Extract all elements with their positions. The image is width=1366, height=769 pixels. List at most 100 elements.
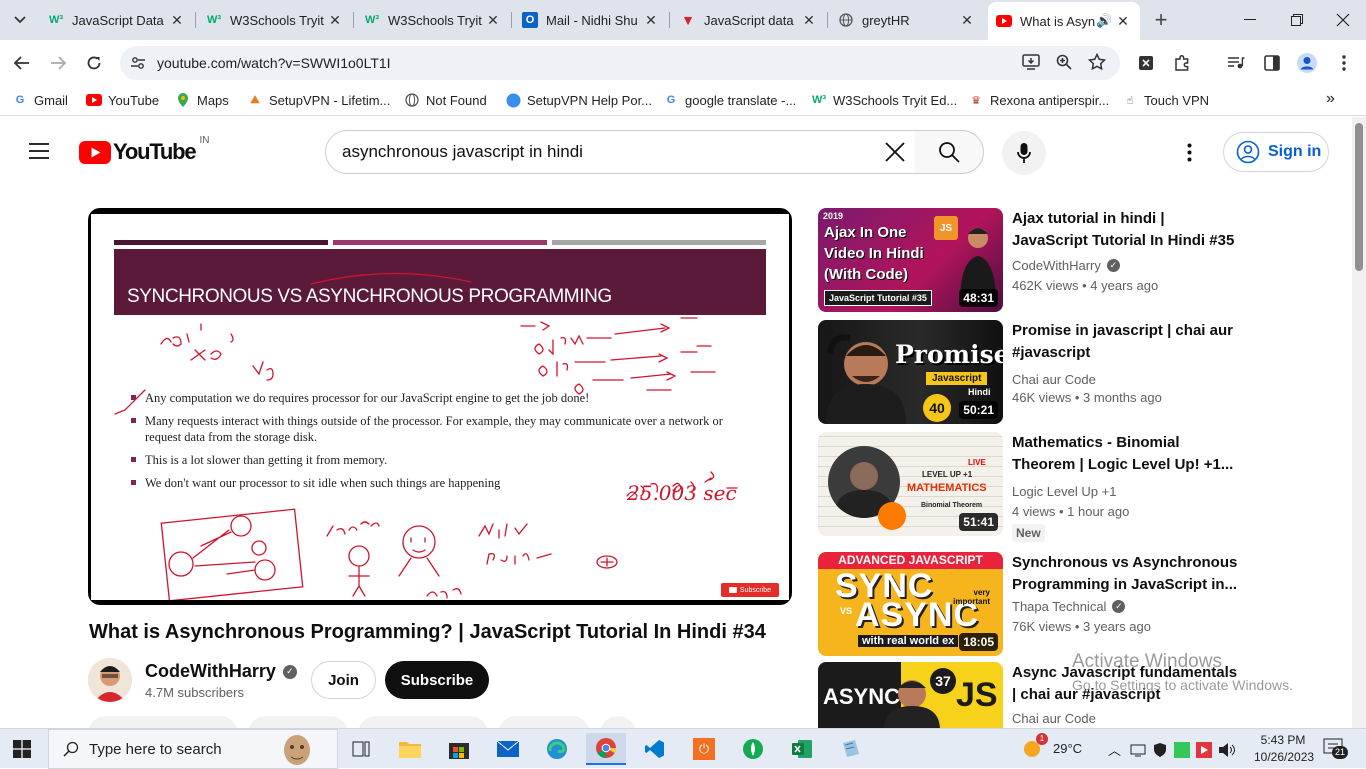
voice-search-button[interactable]	[1002, 131, 1046, 175]
suggested-video[interactable]: 2019 JS Ajax In One Video In Hindi (With…	[818, 208, 1248, 314]
bookmark-gmail[interactable]: G Gmail	[12, 92, 68, 108]
volume-icon[interactable]	[1218, 742, 1236, 758]
suggested-video-title[interactable]: Async Javascript fundamentals | chai aur…	[1012, 662, 1242, 706]
app-icon-orange[interactable]: ⏻	[684, 733, 724, 765]
close-tab-icon[interactable]: ✕	[1114, 13, 1132, 30]
suggested-video-title[interactable]: Synchronous vs Asynchronous Programming …	[1012, 552, 1242, 596]
video-thumbnail[interactable]: ASYNC 37 JS	[818, 662, 1003, 728]
speaker-icon[interactable]: 🔊	[1096, 13, 1114, 29]
subscribe-button[interactable]: Subscribe	[385, 661, 489, 699]
weather-widget[interactable]: 1 29°C	[1022, 733, 1082, 759]
browser-menu-icon[interactable]	[1330, 49, 1358, 77]
share-button[interactable]	[248, 716, 348, 728]
close-tab-icon[interactable]: ✕	[642, 12, 660, 29]
bookmark-not-found[interactable]: Not Found	[404, 92, 487, 108]
channel-avatar[interactable]	[88, 658, 132, 702]
tab-search-chevron-icon[interactable]	[6, 6, 34, 34]
browser-tab[interactable]: ▼ JavaScript data ✕	[672, 4, 826, 36]
mongodb-compass-icon[interactable]	[733, 733, 773, 765]
suggested-video[interactable]: ADVANCED JAVASCRIPT SYNC VS ASYNC very i…	[818, 552, 1248, 658]
security-shield-icon[interactable]	[1152, 742, 1168, 758]
address-bar[interactable]: youtube.com/watch?v=SWWI1o0LT1I	[120, 46, 1120, 80]
suggested-video[interactable]: Promise Javascript Hindi 40 50:21 Promis…	[818, 320, 1248, 426]
sign-in-button[interactable]: Sign in	[1223, 132, 1329, 172]
vscode-icon[interactable]	[635, 733, 675, 765]
red-app-icon[interactable]	[1196, 741, 1212, 758]
close-window-icon[interactable]	[1329, 6, 1357, 34]
hamburger-menu-icon[interactable]	[28, 142, 50, 165]
bookmark-setupvpn-help[interactable]: SetupVPN Help Por...	[505, 92, 652, 108]
browser-tab[interactable]: O Mail - Nidhi Shu ✕	[514, 4, 668, 36]
page-scrollbar[interactable]	[1352, 117, 1366, 728]
search-box[interactable]	[325, 130, 915, 174]
clear-search-icon[interactable]	[884, 141, 906, 168]
suggested-video-title[interactable]: Promise in javascript | chai aur #javasc…	[1012, 320, 1242, 364]
extensions-puzzle-icon[interactable]	[1168, 49, 1196, 77]
video-thumbnail[interactable]: ADVANCED JAVASCRIPT SYNC VS ASYNC very i…	[818, 552, 1003, 656]
new-tab-icon[interactable]: +	[1147, 6, 1175, 34]
close-tab-icon[interactable]: ✕	[958, 12, 976, 29]
extension-x-icon[interactable]	[1132, 49, 1160, 77]
bookmark-star-icon[interactable]	[1087, 52, 1107, 76]
join-button[interactable]: Join	[311, 661, 376, 699]
close-tab-icon[interactable]: ✕	[326, 12, 344, 29]
media-control-icon[interactable]	[1222, 49, 1250, 77]
side-panel-icon[interactable]	[1258, 49, 1286, 77]
reload-icon[interactable]	[80, 49, 108, 77]
restore-icon[interactable]	[1283, 6, 1311, 34]
edge-icon[interactable]	[537, 733, 577, 765]
task-view-icon[interactable]	[341, 733, 381, 765]
browser-tab[interactable]: W³ JavaScript Data ✕	[40, 4, 194, 36]
notification-center-icon[interactable]: 21	[1323, 738, 1349, 761]
clock[interactable]: 5:43 PM 10/26/2023	[1254, 732, 1314, 766]
youtube-logo[interactable]: YouTube IN	[79, 135, 209, 165]
minimize-icon[interactable]	[1236, 6, 1264, 34]
bookmark-youtube[interactable]: YouTube	[86, 92, 159, 108]
bookmark-google-translate[interactable]: Ggoogle translate -...	[663, 92, 797, 108]
profile-icon[interactable]	[1293, 49, 1321, 77]
clip-button[interactable]	[498, 716, 590, 728]
search-button[interactable]	[914, 130, 984, 174]
search-input[interactable]	[342, 141, 872, 163]
bookmark-rexona[interactable]: ♛ Rexona antiperspir...	[968, 92, 1109, 108]
close-tab-icon[interactable]: ✕	[168, 12, 186, 29]
suggested-channel[interactable]: Chai aur Code	[1012, 711, 1096, 726]
browser-tab-active[interactable]: What is Asyn 🔊 ✕	[988, 2, 1140, 40]
suggested-video-title[interactable]: Mathematics - Binomial Theorem | Logic L…	[1012, 432, 1242, 476]
video-thumbnail[interactable]: 2019 JS Ajax In One Video In Hindi (With…	[818, 208, 1003, 312]
network-icon[interactable]	[1130, 743, 1146, 757]
browser-tab[interactable]: W³ W3Schools Tryit ✕	[198, 4, 352, 36]
app-icon-blue[interactable]	[831, 733, 871, 765]
channel-name[interactable]: CodeWithHarry ✓	[145, 661, 297, 682]
scrollbar-thumb[interactable]	[1355, 123, 1363, 271]
video-player[interactable]: SYNCHRONOUS VS ASYNCHRONOUS PROGRAMMING …	[88, 208, 792, 605]
suggested-channel[interactable]: Thapa Technical ✓	[1012, 599, 1126, 614]
site-settings-icon[interactable]	[130, 55, 146, 76]
chevron-up-icon[interactable]: ︿	[1108, 740, 1124, 759]
mail-icon[interactable]	[488, 733, 528, 765]
video-thumbnail[interactable]: LIVE LEVEL UP +1 MATHEMATICS Binomial Th…	[818, 432, 1003, 536]
bookmark-w3schools[interactable]: W³ W3Schools Tryit Ed...	[811, 92, 957, 108]
download-button[interactable]	[358, 716, 488, 728]
bookmark-setupvpn[interactable]: ⛰ SetupVPN - Lifetim...	[247, 92, 390, 108]
settings-more-icon[interactable]	[1187, 143, 1192, 167]
back-icon[interactable]	[8, 49, 36, 77]
suggested-video[interactable]: ASYNC 37 JS Async Javascript fundamental…	[818, 662, 1248, 728]
suggested-video-title[interactable]: Ajax tutorial in hindi | JavaScript Tuto…	[1012, 208, 1242, 252]
start-button[interactable]	[2, 733, 42, 765]
bookmark-touch-vpn[interactable]: ☝ Touch VPN	[1122, 92, 1209, 108]
like-button[interactable]	[88, 716, 238, 728]
zoom-icon[interactable]	[1056, 54, 1072, 75]
suggested-video[interactable]: LIVE LEVEL UP +1 MATHEMATICS Binomial Th…	[818, 432, 1248, 542]
green-app-icon[interactable]	[1174, 741, 1190, 758]
suggested-channel[interactable]: Chai aur Code	[1012, 372, 1096, 387]
chrome-icon[interactable]	[586, 733, 626, 765]
install-app-icon[interactable]	[1022, 54, 1040, 75]
close-tab-icon[interactable]: ✕	[484, 12, 502, 29]
microsoft-store-icon[interactable]	[439, 733, 479, 765]
file-explorer-icon[interactable]	[390, 733, 430, 765]
suggested-channel[interactable]: CodeWithHarry ✓	[1012, 258, 1120, 273]
more-bookmarks-icon[interactable]: »	[1326, 90, 1335, 108]
browser-tab[interactable]: greytHR ✕	[830, 4, 984, 36]
taskbar-search-box[interactable]: Type here to search	[48, 729, 338, 769]
